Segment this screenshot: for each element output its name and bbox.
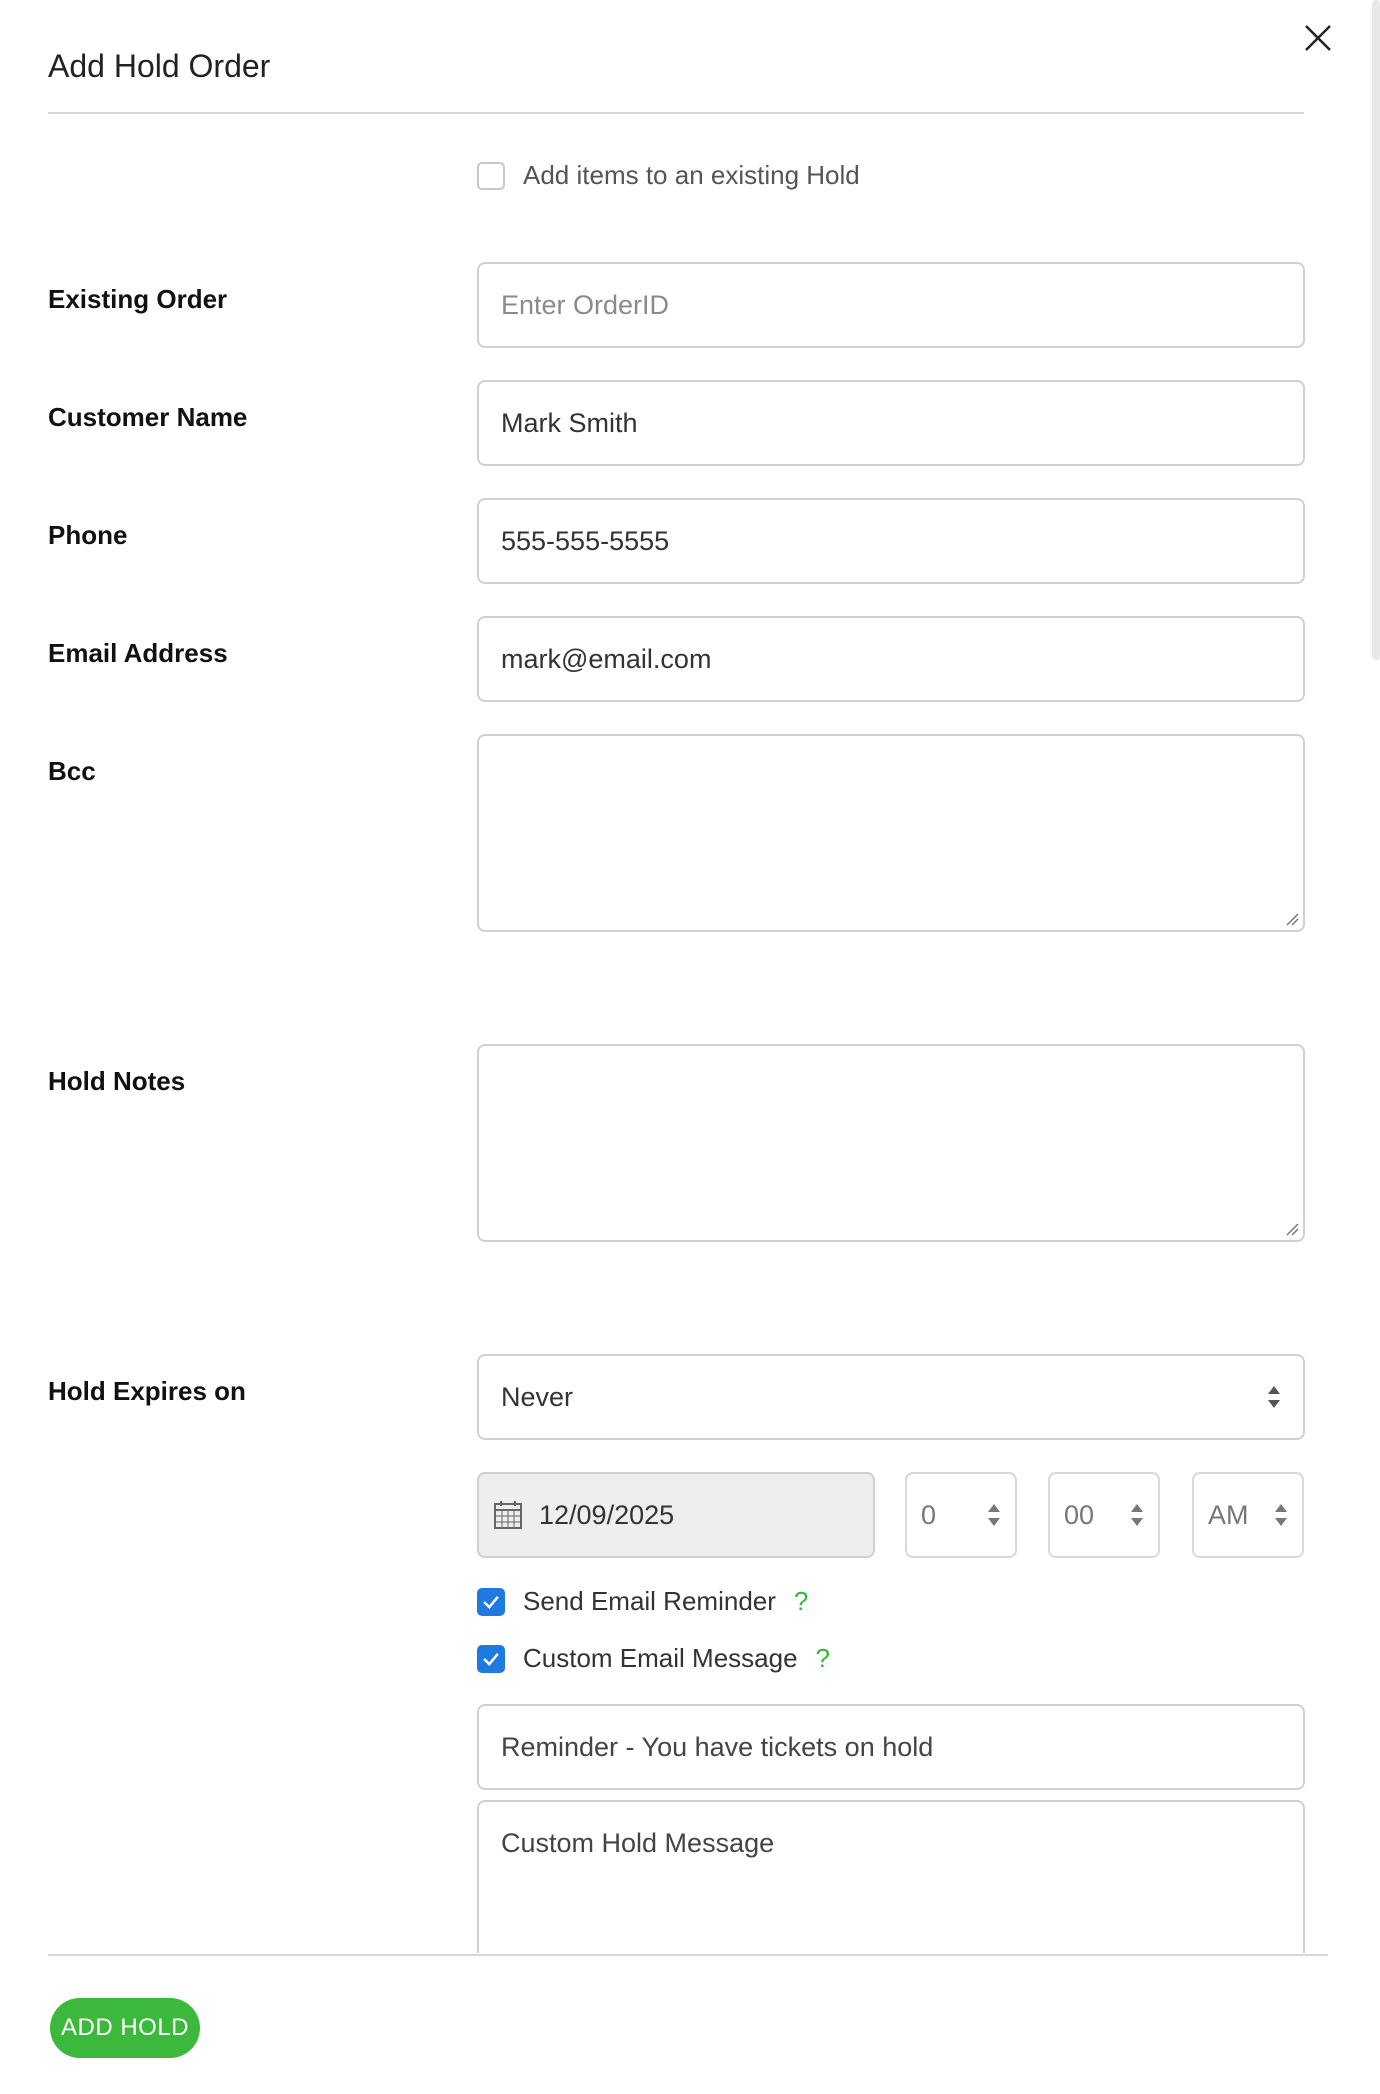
custom-message-container: Custom Hold Message	[477, 1800, 1305, 1953]
resize-handle-icon[interactable]	[1285, 912, 1299, 926]
existing-hold-option[interactable]: Add items to an existing Hold	[477, 160, 860, 191]
customer-name-label: Customer Name	[48, 402, 248, 432]
customer-name-input[interactable]: Mark Smith	[477, 380, 1305, 466]
resize-handle-icon[interactable]	[1285, 1222, 1299, 1236]
hold-notes-textarea[interactable]	[477, 1044, 1305, 1242]
existing-hold-label: Add items to an existing Hold	[523, 160, 860, 190]
phone-label: Phone	[48, 520, 128, 550]
expiry-date-value: 12/09/2025	[539, 1499, 675, 1530]
custom-email-message-checkbox[interactable]	[477, 1644, 505, 1673]
expiry-date-input[interactable]: 12/09/2025	[477, 1472, 875, 1558]
expiry-hour-value: 0	[921, 1499, 937, 1530]
expiry-minute-value: 00	[1064, 1499, 1095, 1530]
dialog-title: Add Hold Order	[48, 48, 271, 84]
bcc-textarea[interactable]	[477, 734, 1305, 932]
help-icon[interactable]: ?	[794, 1586, 808, 1617]
email-label: Email Address	[48, 638, 228, 668]
expiry-ampm-select[interactable]: AM	[1192, 1472, 1304, 1558]
select-arrows-icon	[988, 1504, 1000, 1526]
phone-input[interactable]: 555-555-5555	[477, 498, 1305, 584]
custom-email-message-option[interactable]: Custom Email Message ?	[477, 1643, 830, 1674]
send-email-reminder-checkbox[interactable]	[477, 1587, 505, 1616]
add-hold-button[interactable]: ADD HOLD	[50, 1998, 200, 2058]
expiry-hour-select[interactable]: 0	[905, 1472, 1017, 1558]
footer-divider	[48, 1954, 1328, 1956]
hold-expires-select[interactable]: Never	[477, 1354, 1305, 1440]
custom-message-textarea[interactable]: Custom Hold Message	[477, 1800, 1305, 1953]
existing-hold-checkbox[interactable]	[477, 161, 505, 190]
expiry-ampm-value: AM	[1208, 1499, 1249, 1530]
select-arrows-icon	[1275, 1504, 1287, 1526]
hold-expires-label: Hold Expires on	[48, 1376, 246, 1406]
reminder-subject-input[interactable]: Reminder - You have tickets on hold	[477, 1704, 1305, 1790]
send-email-reminder-label: Send Email Reminder	[523, 1586, 776, 1616]
email-input[interactable]: mark@email.com	[477, 616, 1305, 702]
scrollbar[interactable]	[1372, 0, 1380, 660]
expiry-minute-select[interactable]: 00	[1048, 1472, 1160, 1558]
help-icon[interactable]: ?	[816, 1643, 830, 1674]
bcc-label: Bcc	[48, 756, 96, 786]
select-arrows-icon	[1268, 1386, 1280, 1408]
header-divider	[48, 112, 1304, 114]
checkmark-icon	[483, 1595, 499, 1609]
send-email-reminder-option[interactable]: Send Email Reminder ?	[477, 1586, 808, 1617]
checkmark-icon	[483, 1652, 499, 1666]
existing-order-input[interactable]: Enter OrderID	[477, 262, 1305, 348]
close-button[interactable]	[1296, 16, 1340, 60]
select-arrows-icon	[1131, 1504, 1143, 1526]
existing-order-label: Existing Order	[48, 284, 228, 314]
hold-expires-value: Never	[501, 1381, 574, 1412]
calendar-icon	[494, 1501, 522, 1529]
hold-notes-label: Hold Notes	[48, 1066, 186, 1096]
custom-email-message-label: Custom Email Message	[523, 1643, 798, 1673]
close-icon	[1305, 25, 1331, 51]
